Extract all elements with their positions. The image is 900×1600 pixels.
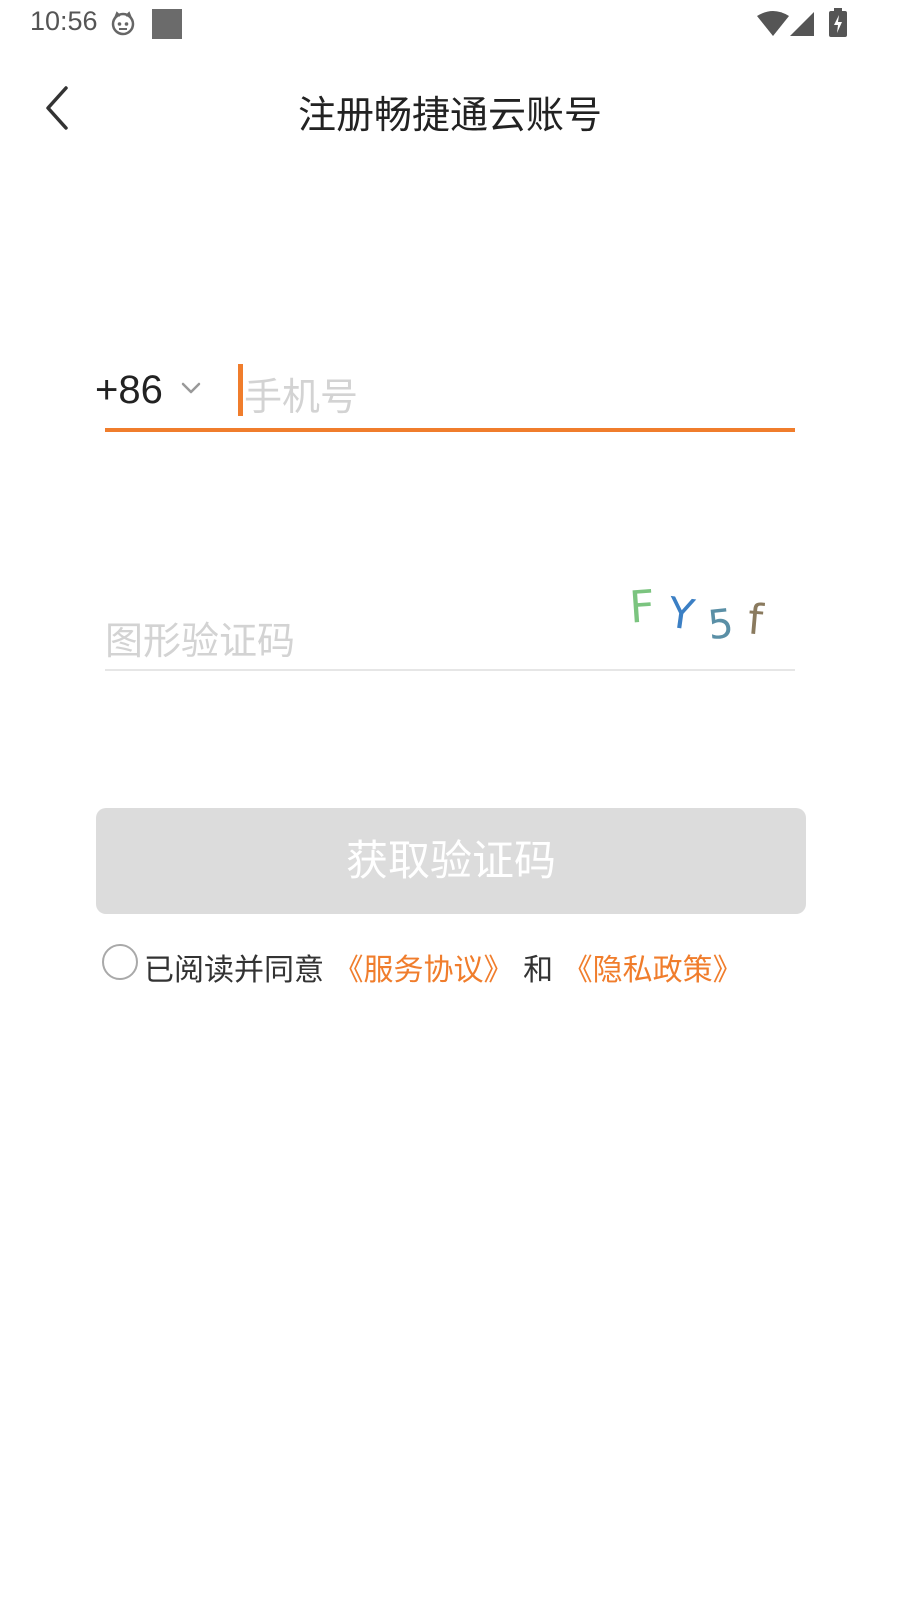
captcha-input[interactable]: 图形验证码: [105, 610, 295, 665]
page-title: 注册畅捷通云账号: [297, 93, 602, 137]
agreement-prefix: 已阅读并同意: [144, 953, 324, 988]
battery-charging-icon: [829, 8, 847, 37]
phone-placeholder: 手机号: [244, 375, 359, 419]
captcha-char-1: F: [630, 586, 656, 634]
agreement-and: 和: [523, 953, 554, 988]
phone-input[interactable]: 手机号: [238, 360, 793, 420]
text-caret: [238, 364, 243, 416]
get-verification-code-button[interactable]: 获取验证码: [96, 808, 806, 914]
captcha-image[interactable]: F Y 5 f: [630, 586, 790, 656]
agreement-row: 已阅读并同意 《服务协议》 和 《隐私政策》: [102, 942, 802, 988]
country-code-selector[interactable]: +86: [95, 368, 163, 413]
captcha-char-2: Y: [664, 587, 698, 639]
phone-underline: [105, 428, 795, 432]
captcha-char-4: f: [746, 594, 766, 644]
cat-face-icon: [111, 11, 135, 36]
wifi-icon: [757, 11, 789, 36]
privacy-policy-link[interactable]: 《隐私政策》: [563, 953, 743, 988]
terms-of-service-link[interactable]: 《服务协议》: [334, 953, 514, 988]
captcha-char-3: 5: [706, 601, 736, 649]
captcha-underline: [105, 669, 795, 671]
agreement-text: 已阅读并同意 《服务协议》 和 《隐私政策》: [144, 945, 743, 989]
square-notification-icon: [152, 9, 182, 39]
status-time: 10:56: [30, 6, 98, 36]
status-bar: 10:56: [0, 0, 900, 48]
cell-signal-icon: [790, 12, 814, 36]
agreement-radio[interactable]: [102, 944, 138, 980]
chevron-down-icon[interactable]: [180, 380, 202, 396]
